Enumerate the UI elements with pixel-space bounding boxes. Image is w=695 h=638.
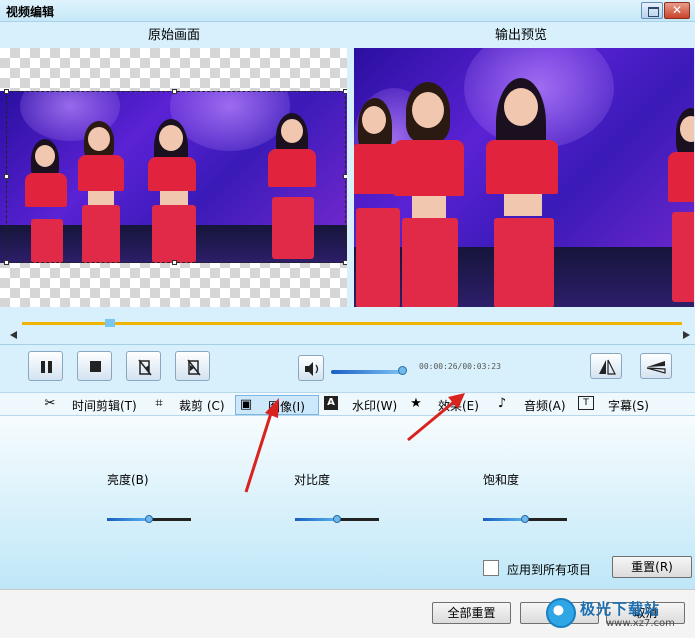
tab-label: 音频(A): [524, 399, 566, 413]
output-preview: [354, 48, 694, 307]
brightness-slider[interactable]: [107, 515, 191, 523]
pause-icon: [41, 361, 52, 373]
flip-horizontal-button[interactable]: [590, 353, 622, 379]
contrast-slider[interactable]: [295, 515, 379, 523]
saturation-slider[interactable]: [483, 515, 567, 523]
reset-all-button[interactable]: 全部重置: [432, 602, 511, 624]
tab-label: 裁剪 (C): [179, 399, 225, 413]
saturation-fill: [483, 518, 525, 521]
original-preview[interactable]: [0, 48, 347, 307]
timeline[interactable]: [0, 313, 695, 345]
brightness-fill: [107, 518, 149, 521]
tab-effects[interactable]: ★ 效果(E): [408, 395, 482, 415]
music-note-icon: ♪: [497, 396, 507, 411]
flip-vertical-button[interactable]: [640, 353, 672, 379]
tab-subtitle[interactable]: T 字幕(S): [578, 395, 652, 415]
site-name: 极光下载站: [580, 600, 661, 618]
watermark-icon: A: [324, 396, 338, 410]
flip-horizontal-icon: [599, 359, 616, 375]
site-watermark: 极光下载站 www.xz7.com: [546, 596, 695, 636]
flip-vertical-icon: [646, 361, 666, 374]
tab-label: 时间剪辑(T): [72, 399, 137, 413]
close-button[interactable]: ✕: [664, 2, 690, 19]
tab-label: 效果(E): [438, 399, 479, 413]
saturation-knob[interactable]: [521, 515, 529, 523]
playback-time: 00:00:26/00:03:23: [419, 362, 501, 371]
tab-time-trim[interactable]: ✂ 时间剪辑(T): [42, 395, 142, 415]
tab-watermark[interactable]: A 水印(W): [324, 395, 398, 415]
output-preview-label: 输出预览: [495, 28, 548, 43]
contrast-knob[interactable]: [333, 515, 341, 523]
output-video-frame: [354, 48, 694, 307]
tab-label: 图像(I): [268, 400, 305, 414]
image-icon: ▣: [239, 397, 253, 412]
site-url: www.xz7.com: [606, 618, 675, 629]
star-icon: ★: [410, 396, 422, 411]
saturation-label: 饱和度: [483, 473, 520, 487]
tab-crop[interactable]: ⌗ 裁剪 (C): [151, 395, 229, 415]
tab-audio[interactable]: ♪ 音频(A): [494, 395, 566, 415]
timeline-playhead[interactable]: [105, 319, 115, 327]
tab-label: 字幕(S): [608, 399, 649, 413]
tab-image[interactable]: ▣ 图像(I): [235, 395, 319, 415]
volume-knob[interactable]: [398, 366, 407, 375]
scissors-icon: ✂: [44, 396, 56, 411]
tab-bar: ✂ 时间剪辑(T) ⌗ 裁剪 (C) ▣ 图像(I) A 水印(W) ★ 效果(…: [0, 392, 695, 416]
apply-all-checkbox[interactable]: [483, 560, 499, 576]
apply-all-label: 应用到所有项目: [507, 563, 592, 577]
brightness-label: 亮度(B): [107, 473, 149, 487]
volume-slider[interactable]: [331, 370, 403, 374]
contrast-label: 对比度: [294, 473, 331, 487]
contrast-fill: [295, 518, 337, 521]
subtitle-icon: T: [578, 396, 594, 410]
separator: [0, 344, 695, 345]
brightness-knob[interactable]: [145, 515, 153, 523]
mark-end-button[interactable]: [175, 351, 210, 381]
volume-button[interactable]: [298, 355, 324, 381]
timeline-track[interactable]: [22, 322, 682, 325]
reset-button[interactable]: 重置(R): [612, 556, 692, 578]
title-bar: 视频编辑 ✕: [0, 0, 695, 22]
original-preview-label: 原始画面: [148, 28, 201, 43]
mark-start-button[interactable]: [126, 351, 161, 381]
timeline-end-marker[interactable]: [683, 331, 690, 339]
pause-button[interactable]: [28, 351, 63, 381]
mark-end-icon: [187, 359, 201, 376]
window-title: 视频编辑: [6, 5, 55, 19]
speaker-icon: [305, 362, 319, 376]
tab-label: 水印(W): [352, 399, 398, 413]
site-logo-icon: [546, 598, 576, 628]
crop-frame[interactable]: [4, 89, 347, 265]
mark-start-icon: [138, 359, 152, 376]
maximize-button[interactable]: [641, 2, 663, 19]
stop-button[interactable]: [77, 351, 112, 381]
timeline-start-marker[interactable]: [10, 331, 17, 339]
crop-icon: ⌗: [155, 396, 163, 411]
stop-icon: [90, 361, 101, 372]
